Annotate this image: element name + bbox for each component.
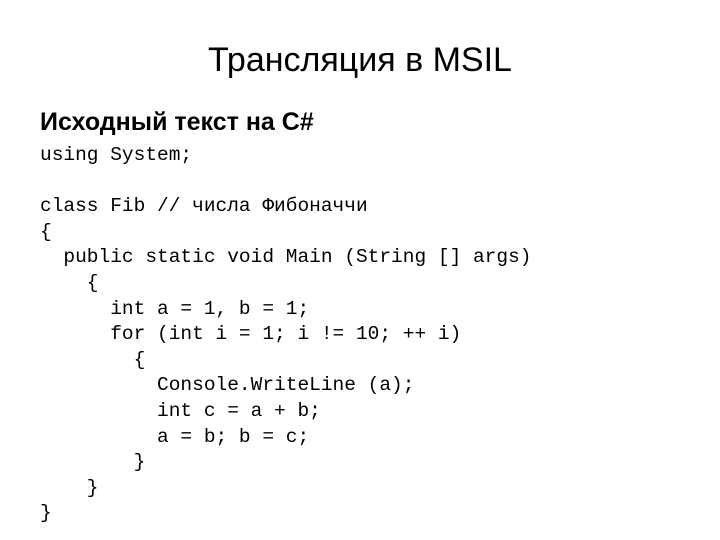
- code-line: {: [40, 348, 146, 371]
- page-title: Трансляция в MSIL: [208, 41, 512, 79]
- code-line: class Fib // числа Фибоначчи: [40, 195, 368, 218]
- code-line: public static void Main (String [] args): [40, 246, 532, 269]
- code-line: using System;: [40, 144, 193, 166]
- code-line: }: [40, 451, 146, 474]
- code-line: }: [40, 502, 52, 525]
- code-line: int c = a + b;: [40, 399, 321, 422]
- code-line: }: [40, 476, 99, 499]
- code-line: Console.WriteLine (a);: [40, 374, 415, 397]
- slide-canvas: Трансляция в MSIL Исходный текст на C# u…: [0, 0, 720, 540]
- code-line: {: [40, 220, 52, 243]
- source-code-block: using System; class Fib // числа Фибонач…: [40, 143, 531, 527]
- section-heading: Исходный текст на C#: [40, 108, 314, 136]
- code-line: a = b; b = c;: [40, 425, 310, 448]
- code-line: int a = 1, b = 1;: [40, 297, 310, 320]
- code-line: for (int i = 1; i != 10; ++ i): [40, 323, 462, 346]
- code-line: {: [40, 271, 99, 294]
